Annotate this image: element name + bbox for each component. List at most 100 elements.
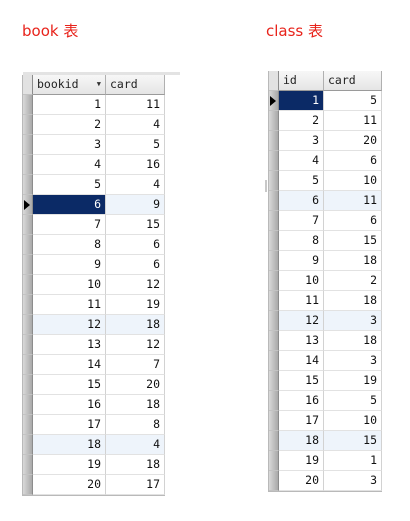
table-row[interactable]: 18 15 <box>269 431 382 451</box>
row-selector[interactable] <box>269 371 279 391</box>
table-cell[interactable]: 6 <box>324 151 382 171</box>
table-cell[interactable]: 16 <box>279 391 324 411</box>
table-row[interactable]: 15 20 <box>23 375 165 395</box>
row-selector[interactable] <box>23 195 33 215</box>
table-cell[interactable]: 8 <box>106 415 165 435</box>
table-row[interactable]: 11 18 <box>269 291 382 311</box>
table-cell[interactable]: 15 <box>324 431 382 451</box>
table-cell[interactable]: 15 <box>279 371 324 391</box>
table-row[interactable]: 4 16 <box>23 155 165 175</box>
table-cell[interactable]: 10 <box>324 171 382 191</box>
table-cell[interactable]: 20 <box>324 131 382 151</box>
table-row[interactable]: 35 <box>23 135 165 155</box>
row-selector[interactable] <box>23 155 33 175</box>
table-row[interactable]: 13 12 <box>23 335 165 355</box>
table-cell[interactable]: 10 <box>324 411 382 431</box>
table-cell[interactable]: 18 <box>324 291 382 311</box>
row-selector[interactable] <box>23 335 33 355</box>
sort-down-arrow-icon[interactable]: ▼ <box>97 75 101 94</box>
row-selector[interactable] <box>23 95 33 115</box>
row-selector[interactable] <box>23 475 33 495</box>
row-selector[interactable] <box>269 391 279 411</box>
row-selector[interactable] <box>269 291 279 311</box>
table-cell[interactable]: 6 <box>279 191 324 211</box>
table-cell[interactable]: 15 <box>106 215 165 235</box>
row-selector[interactable] <box>23 115 33 135</box>
table-cell[interactable]: 14 <box>279 351 324 371</box>
table-row[interactable]: 13 18 <box>269 331 382 351</box>
row-selector[interactable] <box>23 235 33 255</box>
table-cell[interactable]: 20 <box>279 471 324 491</box>
table-cell[interactable]: 9 <box>279 251 324 271</box>
table-cell[interactable]: 12 <box>33 315 106 335</box>
table-cell[interactable]: 17 <box>106 475 165 495</box>
table-cell[interactable]: 6 <box>33 195 106 215</box>
table-cell[interactable]: 10 <box>33 275 106 295</box>
row-selector[interactable] <box>23 355 33 375</box>
table-cell[interactable]: 18 <box>106 315 165 335</box>
table-cell[interactable]: 19 <box>33 455 106 475</box>
table-cell[interactable]: 5 <box>33 175 106 195</box>
table-row[interactable]: 20 3 <box>269 471 382 491</box>
row-selector[interactable] <box>269 471 279 491</box>
table-row[interactable]: 17 8 <box>23 415 165 435</box>
table-cell[interactable]: 3 <box>324 471 382 491</box>
row-selector[interactable] <box>23 255 33 275</box>
table-cell[interactable]: 20 <box>33 475 106 495</box>
table-cell[interactable]: 4 <box>106 175 165 195</box>
table-cell[interactable]: 9 <box>106 195 165 215</box>
table-cell[interactable]: 17 <box>33 415 106 435</box>
table-cell[interactable]: 2 <box>33 115 106 135</box>
row-selector[interactable] <box>269 151 279 171</box>
table-row[interactable]: 46 <box>269 151 382 171</box>
row-selector[interactable] <box>23 315 33 335</box>
table-row[interactable]: 2 11 <box>269 111 382 131</box>
row-selector[interactable] <box>269 251 279 271</box>
table-cell[interactable]: 19 <box>324 371 382 391</box>
row-selector[interactable] <box>269 171 279 191</box>
table-cell[interactable]: 18 <box>324 331 382 351</box>
table-cell[interactable]: 12 <box>106 335 165 355</box>
table-cell[interactable]: 18 <box>33 435 106 455</box>
table-cell[interactable]: 16 <box>106 155 165 175</box>
row-selector[interactable] <box>269 191 279 211</box>
table-cell[interactable]: 13 <box>279 331 324 351</box>
row-selector[interactable] <box>23 295 33 315</box>
table-row[interactable]: 5 10 <box>269 171 382 191</box>
table-cell[interactable]: 16 <box>33 395 106 415</box>
table-row[interactable]: 17 10 <box>269 411 382 431</box>
table-row[interactable]: 96 <box>23 255 165 275</box>
row-selector[interactable] <box>269 411 279 431</box>
row-selector[interactable] <box>269 111 279 131</box>
table-row[interactable]: 8 15 <box>269 231 382 251</box>
row-selector[interactable] <box>23 135 33 155</box>
table-cell[interactable]: 4 <box>106 115 165 135</box>
table-row[interactable]: 16 18 <box>23 395 165 415</box>
table-cell[interactable]: 1 <box>279 91 324 111</box>
table-row[interactable]: 19 1 <box>269 451 382 471</box>
table-cell[interactable]: 7 <box>279 211 324 231</box>
table-cell[interactable]: 15 <box>324 231 382 251</box>
table-cell[interactable]: 20 <box>106 375 165 395</box>
table-cell[interactable]: 12 <box>279 311 324 331</box>
table-row[interactable]: 69 <box>23 195 165 215</box>
table-cell[interactable]: 18 <box>279 431 324 451</box>
table-row[interactable]: 10 12 <box>23 275 165 295</box>
table-cell[interactable]: 11 <box>33 295 106 315</box>
column-header-card[interactable]: card <box>324 71 382 91</box>
row-selector[interactable] <box>23 375 33 395</box>
table-cell[interactable]: 8 <box>279 231 324 251</box>
table-cell[interactable]: 11 <box>324 191 382 211</box>
table-row[interactable]: 7 15 <box>23 215 165 235</box>
table-row[interactable]: 14 7 <box>23 355 165 375</box>
table-cell[interactable]: 14 <box>33 355 106 375</box>
table-cell[interactable]: 11 <box>324 111 382 131</box>
row-selector[interactable] <box>23 415 33 435</box>
table-row[interactable]: 16 5 <box>269 391 382 411</box>
row-selector[interactable] <box>269 451 279 471</box>
table-cell[interactable]: 18 <box>324 251 382 271</box>
table-row[interactable]: 15 19 <box>269 371 382 391</box>
table-cell[interactable]: 7 <box>106 355 165 375</box>
row-selector[interactable] <box>23 215 33 235</box>
table-row[interactable]: 11 19 <box>23 295 165 315</box>
